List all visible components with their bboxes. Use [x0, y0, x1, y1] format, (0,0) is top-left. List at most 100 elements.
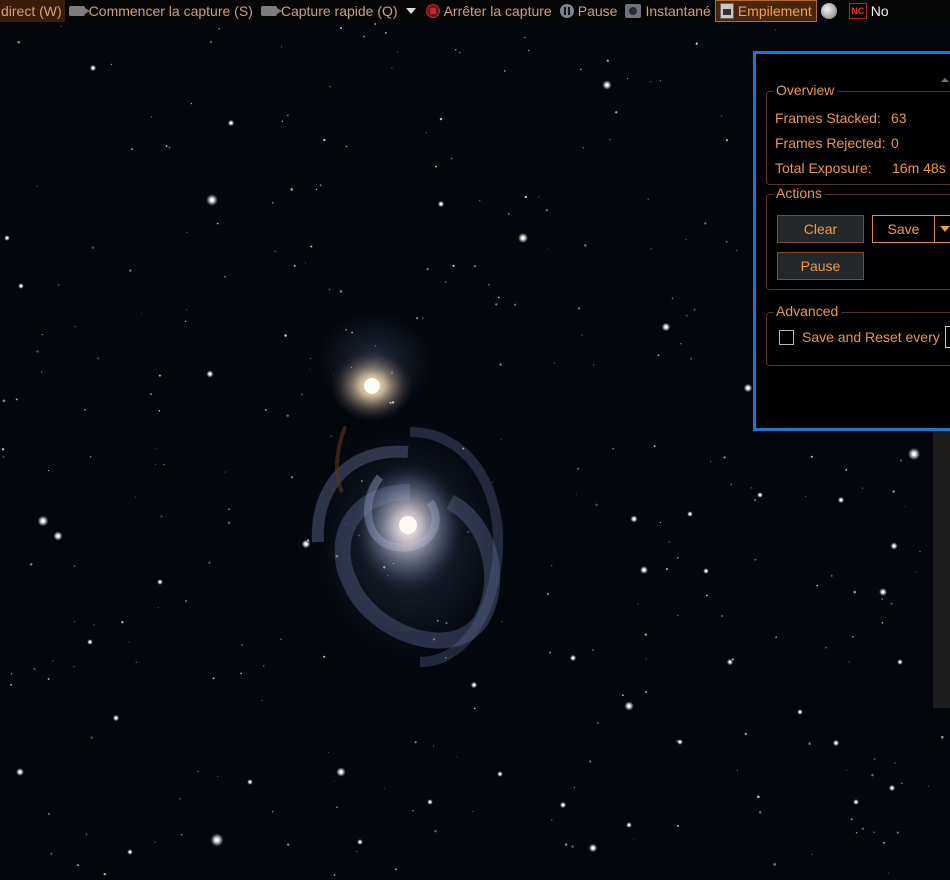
faint-star [758, 811, 762, 814]
faint-star [1, 448, 5, 451]
faint-star [850, 818, 853, 821]
star-core [628, 824, 630, 826]
start-capture-label: Commencer la capture (S) [88, 3, 253, 19]
quick-capture-label: Capture rapide (Q) [280, 3, 398, 19]
save-reset-interval-input[interactable] [945, 326, 950, 348]
faint-star [280, 46, 283, 48]
star-core [472, 683, 476, 687]
faint-star [668, 541, 670, 543]
start-capture-button[interactable]: Commencer la capture (S) [65, 0, 257, 22]
faint-star [810, 455, 813, 458]
stop-capture-button[interactable]: Arrêter la capture [422, 0, 556, 22]
faint-star [676, 739, 679, 743]
faint-star [90, 736, 94, 739]
faint-star [575, 493, 577, 495]
faint-star [103, 872, 107, 876]
faint-star [361, 480, 363, 482]
faint-star [90, 456, 92, 458]
faint-star [42, 334, 44, 336]
faint-star [422, 317, 424, 319]
faint-star [896, 831, 899, 834]
faint-star [36, 350, 39, 353]
faint-star [224, 471, 226, 473]
star-core [521, 236, 525, 240]
faint-star [274, 250, 276, 252]
faint-star [737, 770, 739, 772]
faint-star [824, 646, 827, 649]
collapse-icon[interactable] [941, 78, 949, 82]
quick-capture-button[interactable]: Capture rapide (Q) [257, 0, 402, 22]
faint-star [725, 240, 728, 243]
faint-star [753, 498, 757, 502]
pause-icon [559, 4, 574, 18]
faint-star [190, 102, 193, 105]
faint-star [241, 644, 243, 646]
faint-star [479, 199, 481, 202]
faint-star [855, 831, 858, 834]
star-core [249, 781, 251, 783]
star-core [571, 656, 575, 660]
faint-star [597, 722, 599, 724]
faint-star [17, 40, 20, 44]
faint-star [846, 769, 848, 771]
snapshot-button[interactable]: Instantané [621, 0, 714, 22]
faint-star [10, 673, 13, 675]
faint-star [345, 145, 348, 148]
pause-button[interactable]: Pause [556, 0, 622, 22]
camera-icon [68, 6, 90, 16]
faint-star [262, 664, 265, 667]
pause-label: Pause [577, 3, 618, 19]
faint-star [467, 531, 469, 533]
save-reset-checkbox[interactable] [779, 330, 794, 345]
faint-star [609, 138, 611, 141]
faint-star [871, 773, 874, 777]
faint-star [773, 863, 776, 866]
faint-star [179, 798, 181, 800]
faint-star [50, 852, 53, 855]
stacking-button[interactable]: Empilement [714, 0, 817, 22]
save-button[interactable]: Save [872, 215, 935, 243]
faint-star [272, 810, 274, 813]
faint-star [73, 565, 76, 568]
faint-star [941, 735, 944, 739]
star-core [689, 513, 691, 515]
live-mode-button[interactable]: direct (W) [0, 0, 65, 22]
moon-button[interactable] [817, 0, 845, 22]
save-options-dropdown[interactable] [934, 215, 950, 243]
faint-star [307, 539, 310, 542]
star-core [339, 770, 343, 774]
faint-star [757, 795, 760, 799]
faint-star [335, 554, 339, 558]
chevron-down-icon [940, 226, 950, 232]
star-core [56, 534, 60, 538]
faint-star [168, 146, 171, 149]
faint-star [36, 185, 38, 187]
quick-capture-dropdown[interactable] [402, 0, 422, 22]
faint-star [720, 614, 724, 618]
image-vertical-scrollbar[interactable] [933, 430, 950, 708]
faint-star [93, 623, 95, 626]
faint-star [928, 785, 929, 787]
frames-rejected-label: Frames Rejected: [775, 135, 886, 151]
star-core [18, 770, 22, 774]
camera-icon [260, 6, 282, 16]
clear-button[interactable]: Clear [777, 215, 864, 243]
faint-star [524, 195, 527, 199]
faint-star [653, 445, 656, 448]
faint-star [564, 843, 568, 846]
faint-star [676, 824, 680, 828]
faint-star [271, 201, 274, 204]
stacking-label: Empilement [737, 3, 812, 19]
faint-star [462, 447, 465, 450]
faint-star [551, 819, 553, 821]
faint-star [290, 476, 293, 479]
faint-star [344, 426, 346, 428]
faint-star [52, 660, 54, 662]
faint-star [472, 811, 474, 813]
star-core [208, 372, 212, 376]
faint-star [499, 363, 502, 366]
noise-button[interactable]: NC No [845, 0, 893, 22]
faint-star [816, 584, 819, 587]
star-core [839, 498, 843, 502]
pause-stacking-button[interactable]: Pause [777, 252, 864, 280]
